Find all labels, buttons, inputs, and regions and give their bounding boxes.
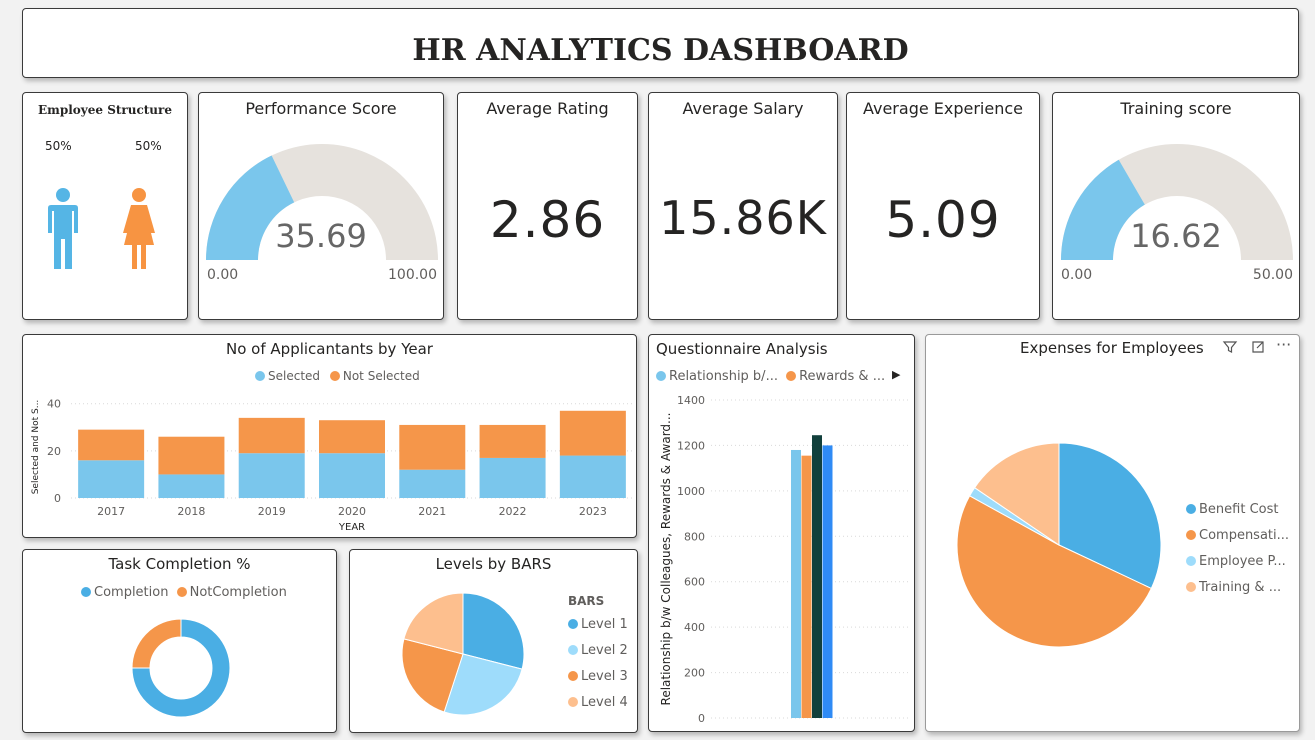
salary-title: Average Salary	[682, 99, 804, 118]
legend-level-1[interactable]: Level 1	[568, 612, 628, 638]
employee-structure-title: Employee Structure	[37, 103, 172, 117]
applicants-xtick: 2023	[579, 505, 607, 518]
expenses-card: Expenses for Employees ··· Benefit Cost …	[925, 334, 1300, 732]
levels-card: Levels by BARS BARS Level 1 Level 2 Leve…	[349, 549, 638, 733]
applicants-ytick: 20	[47, 445, 61, 458]
questionnaire-bar	[822, 445, 833, 718]
questionnaire-ytick: 0	[698, 712, 705, 725]
expenses-legend: Benefit Cost Compensati... Employee P...…	[1186, 497, 1289, 601]
female-icon	[123, 188, 155, 269]
questionnaire-ytick: 1000	[677, 485, 705, 498]
questionnaire-ytick: 400	[684, 621, 705, 634]
applicants-xtick: 2021	[418, 505, 446, 518]
performance-min: 0.00	[207, 267, 239, 283]
applicants-xtick: 2022	[499, 505, 527, 518]
questionnaire-ytick: 200	[684, 667, 705, 680]
task-card: Task Completion % Completion NotCompleti…	[22, 549, 337, 733]
rating-title: Average Rating	[486, 99, 609, 118]
experience-card: Average Experience 5.09	[846, 92, 1040, 320]
questionnaire-ytick: 1400	[677, 394, 705, 407]
applicants-bar-selected	[78, 460, 145, 498]
applicants-bar-not-selected	[319, 420, 385, 454]
applicants-bar-not-selected	[238, 417, 305, 454]
legend-compensation[interactable]: Compensati...	[1186, 523, 1289, 549]
experience-title: Average Experience	[862, 99, 1023, 118]
applicants-xlabel: YEAR	[338, 522, 365, 533]
applicants-xtick: 2018	[177, 505, 205, 518]
rating-card: Average Rating 2.86	[457, 92, 638, 320]
training-value: 16.62	[1130, 217, 1222, 255]
applicants-bar-selected	[238, 453, 305, 498]
applicants-bar-selected	[559, 455, 626, 498]
performance-max: 100.00	[388, 267, 437, 283]
legend-benefit-cost[interactable]: Benefit Cost	[1186, 497, 1289, 523]
page-title: HR ANALYTICS DASHBOARD	[412, 33, 909, 68]
applicants-xtick: 2020	[338, 505, 366, 518]
employee-structure-card: Employee Structure 50% 50%	[22, 92, 188, 320]
applicants-bar-not-selected	[479, 424, 546, 458]
questionnaire-ytick: 1200	[677, 439, 705, 452]
questionnaire-bar	[791, 449, 801, 718]
legend-level-4[interactable]: Level 4	[568, 690, 628, 716]
training-gauge	[1061, 144, 1293, 260]
levels-legend-title: BARS	[568, 594, 605, 608]
applicants-ytick: 40	[47, 398, 61, 411]
training-card: Training score 16.62 0.00 50.00	[1052, 92, 1300, 320]
male-icon	[48, 188, 78, 269]
applicants-bar-not-selected	[78, 429, 145, 461]
training-max: 50.00	[1252, 267, 1293, 283]
applicants-xtick: 2017	[97, 505, 125, 518]
task-chart	[131, 618, 231, 718]
applicants-xtick: 2019	[258, 505, 286, 518]
rating-value: 2.86	[489, 191, 606, 249]
salary-card: Average Salary 15.86K	[648, 92, 838, 320]
salary-value: 15.86K	[659, 191, 827, 245]
performance-value: 35.69	[275, 217, 367, 255]
applicants-bar-selected	[319, 453, 385, 498]
legend-level-2[interactable]: Level 2	[568, 638, 628, 664]
legend-level-3[interactable]: Level 3	[568, 664, 628, 690]
questionnaire-ylabel: Relationship b/w Colleagues, Rewards & A…	[659, 413, 673, 706]
applicants-bar-not-selected	[158, 436, 225, 475]
performance-gauge	[206, 144, 438, 260]
questionnaire-bar	[812, 435, 822, 718]
questionnaire-bar	[801, 455, 812, 718]
applicants-card: No of Applicantants by Year Selected Not…	[22, 334, 637, 538]
applicants-chart: Selected and Not S... YEAR 0 20 40 2017 2018…	[31, 398, 633, 533]
training-min: 0.00	[1061, 267, 1093, 283]
applicants-ylabel: Selected and Not S...	[31, 400, 41, 495]
applicants-bar-not-selected	[399, 424, 466, 470]
legend-employee-p[interactable]: Employee P...	[1186, 549, 1289, 575]
legend-training[interactable]: Training & ...	[1186, 575, 1289, 601]
female-percent: 50%	[135, 139, 162, 153]
applicants-bar-selected	[479, 457, 546, 498]
applicants-ytick: 0	[54, 492, 61, 505]
performance-card: Performance Score 35.69 0.00 100.00	[198, 92, 444, 320]
questionnaire-chart: Relationship b/w Colleagues, Rewards & A…	[659, 394, 909, 725]
applicants-bar-selected	[158, 474, 225, 498]
applicants-bar-selected	[399, 469, 466, 498]
levels-legend: Level 1 Level 2 Level 3 Level 4	[568, 612, 628, 716]
questionnaire-card: Questionnaire Analysis Relationship b/..…	[648, 334, 915, 732]
experience-value: 5.09	[885, 191, 1001, 249]
questionnaire-ytick: 800	[684, 530, 705, 543]
applicants-bar-not-selected	[559, 410, 626, 456]
male-percent: 50%	[45, 139, 72, 153]
task-slice	[131, 618, 182, 669]
header-card: HR ANALYTICS DASHBOARD	[22, 8, 1299, 78]
questionnaire-ytick: 600	[684, 576, 705, 589]
